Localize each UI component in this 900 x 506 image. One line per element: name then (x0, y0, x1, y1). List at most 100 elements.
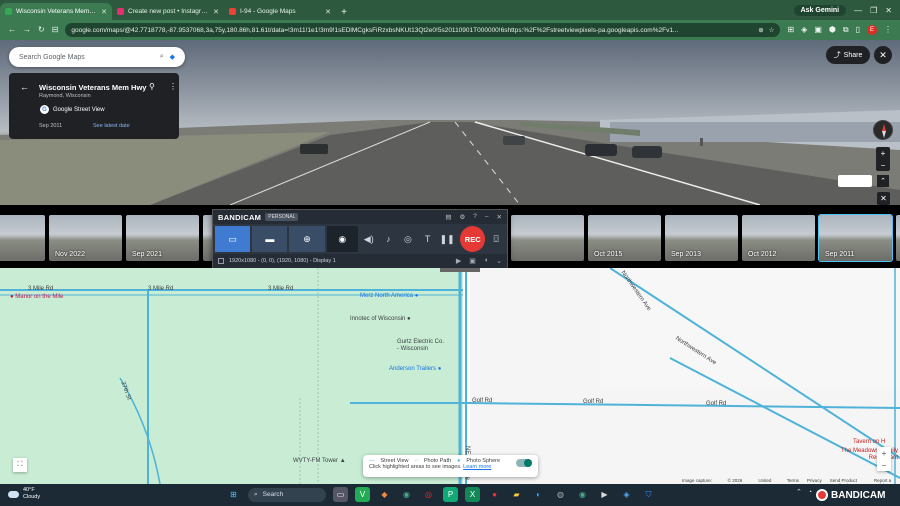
menu-kebab-icon[interactable]: ⋮ (884, 26, 892, 34)
zoom-out-icon[interactable]: − (882, 461, 887, 470)
directions-icon[interactable]: ◆ (170, 53, 175, 61)
poi-wvty[interactable]: WVTY-FM Tower ▲ (293, 458, 346, 464)
app-icon[interactable]: ◎ (421, 487, 436, 502)
back-icon[interactable]: ← (8, 26, 16, 34)
task-view-icon[interactable]: ▭ (333, 487, 348, 502)
app-icon[interactable]: ◆ (377, 487, 392, 502)
extension-icon[interactable]: ◈ (801, 26, 807, 34)
close-icon[interactable]: ✕ (497, 213, 502, 221)
tab-i94-maps[interactable]: I-94 - Google Maps ✕ (224, 3, 336, 20)
media-player-icon[interactable]: ▶ (597, 487, 612, 502)
weather-widget[interactable]: 40°F Cloudy (8, 487, 40, 501)
wifi-icon[interactable]: ◔ (808, 489, 812, 496)
webcam-overlay-button[interactable]: ◉ (326, 226, 358, 252)
timeline-thumbnail[interactable]: Sep 2013 (665, 215, 738, 261)
timeline-thumbnail[interactable]: Sep 2021 (126, 215, 199, 261)
close-tab-icon[interactable]: ✕ (325, 8, 331, 16)
shield-icon[interactable]: ⛉ (641, 487, 656, 502)
video-icon[interactable]: ▶ (456, 257, 461, 265)
pause-icon[interactable]: ❚❚ (438, 226, 456, 252)
close-timeline-button[interactable]: ✕ (877, 192, 890, 205)
maps-search-box[interactable]: Search Google Maps ⌕ ◆ (9, 47, 185, 67)
back-arrow-icon[interactable]: ← (20, 82, 29, 92)
extension-icon[interactable]: ▣ (814, 26, 822, 34)
zoom-in-icon[interactable]: + (881, 149, 886, 158)
map-view[interactable]: 3 Mile Rd 3 Mile Rd 3 Mile Rd ● Manor on… (0, 268, 900, 484)
close-tab-icon[interactable]: ✕ (101, 8, 107, 16)
screenshot-camera-icon[interactable]: ⌼ (487, 226, 505, 252)
see-latest-date-link[interactable]: See latest date (93, 123, 130, 129)
chrome-icon[interactable]: ◉ (399, 487, 414, 502)
text-overlay-icon[interactable]: T (419, 226, 437, 252)
new-tab-button[interactable]: + (336, 7, 352, 18)
file-explorer-icon[interactable]: ▰ (509, 487, 524, 502)
site-info-icon[interactable]: ⊟ (52, 26, 59, 34)
speaker-icon[interactable]: ◀) (360, 226, 378, 252)
windows-start-icon[interactable]: ⊞ (226, 487, 241, 502)
close-tab-icon[interactable]: ✕ (213, 8, 219, 16)
timeline-thumbnail[interactable]: Oct 2015 (588, 215, 661, 261)
app-icon[interactable]: P (443, 487, 458, 502)
tab-wisconsin-veterans[interactable]: Wisconsin Veterans Mem Hwy ✕ (0, 3, 112, 20)
poi-tavern[interactable]: Tavern on H (853, 439, 885, 445)
poi-merz[interactable]: Merz North America ● (360, 293, 418, 299)
timeline-thumbnail[interactable]: Nov 2022 (49, 215, 122, 261)
app-icon[interactable]: ◈ (619, 487, 634, 502)
learn-more-link[interactable]: Learn more (463, 464, 491, 470)
game-mode-button[interactable]: ⊕ (289, 226, 325, 252)
install-app-icon[interactable]: ⊕ (758, 26, 763, 34)
maximize-icon[interactable]: ❐ (870, 6, 877, 15)
settings-icon[interactable]: ⚙ (459, 213, 465, 221)
tab-instagram[interactable]: Create new post • Instagram ✕ (112, 3, 224, 20)
extension-icon[interactable]: ⊞ (787, 26, 794, 34)
fullscreen-icon[interactable]: ⛶ (13, 458, 27, 472)
compass-icon[interactable] (873, 120, 893, 140)
more-options-icon[interactable]: ⋮ (169, 82, 177, 91)
taskbar-search[interactable]: ⌕ Search (248, 487, 326, 502)
profile-avatar[interactable]: E (867, 25, 877, 35)
record-button[interactable]: REC (460, 226, 486, 252)
minimize-icon[interactable]: – (485, 213, 489, 221)
timeline-thumbnail[interactable]: Oct 2012 (742, 215, 815, 261)
folder-icon[interactable]: ▤ (445, 213, 451, 221)
webcam-toggle-icon[interactable]: ◎ (399, 226, 417, 252)
app-icon[interactable]: ◍ (553, 487, 568, 502)
share-button[interactable]: ⤴ Share (826, 46, 870, 64)
zoom-in-icon[interactable]: + (882, 449, 887, 458)
location-pin-icon[interactable]: ⚲ (149, 82, 155, 91)
minimize-icon[interactable]: — (854, 6, 862, 15)
poi-anderson[interactable]: Anderson Trailers ● (389, 366, 441, 372)
image-icon[interactable]: ▣ (469, 257, 476, 265)
zoom-out-icon[interactable]: − (881, 161, 886, 170)
chevron-down-icon[interactable]: ⌄ (496, 257, 502, 265)
timeline-thumbnail[interactable] (0, 215, 45, 261)
microphone-icon[interactable]: ♪ (380, 226, 398, 252)
address-bar[interactable]: google.com/maps/@42.7718778,-87.9537068,… (65, 23, 781, 37)
poi-manor[interactable]: ● Manor on the Mile (10, 294, 63, 300)
help-icon[interactable]: ? (473, 213, 477, 221)
screen-mode-button[interactable]: ▭ (215, 226, 251, 252)
bookmark-star-icon[interactable]: ☆ (769, 26, 775, 34)
timeline-thumbnail[interactable]: Aug 2007 (896, 215, 900, 261)
reload-icon[interactable]: ↻ (38, 26, 45, 34)
device-mode-button[interactable]: ▬ (252, 226, 288, 252)
extensions-puzzle-icon[interactable]: ⧉ (843, 26, 849, 34)
expand-up-icon[interactable]: ⌃ (877, 175, 889, 187)
search-icon[interactable]: ⌕ (160, 53, 164, 61)
forward-icon[interactable]: → (23, 26, 31, 34)
close-street-view-button[interactable]: ✕ (874, 46, 892, 64)
extension-icon[interactable]: ⬢ (829, 26, 836, 34)
layer-thumbnails[interactable] (838, 175, 872, 187)
url-text[interactable]: google.com/maps/@42.7718778,-87.9537068,… (71, 27, 753, 34)
bandicam-icon[interactable]: ● (487, 487, 502, 502)
chrome-icon[interactable]: ◉ (575, 487, 590, 502)
excel-icon[interactable]: X (465, 487, 480, 502)
app-icon[interactable]: V (355, 487, 370, 502)
street-view-layer-toggle[interactable] (516, 459, 532, 467)
poi-gurtz[interactable]: Gurtz Electric Co. - Wisconsin (397, 339, 447, 353)
ask-gemini-button[interactable]: Ask Gemini (793, 4, 847, 16)
audio-icon[interactable]: ◖ (484, 257, 488, 265)
search-placeholder[interactable]: Search Google Maps (19, 54, 154, 61)
timeline-thumbnail[interactable] (511, 215, 584, 261)
poi-innotec[interactable]: Innotec of Wisconsin ● (350, 316, 411, 322)
